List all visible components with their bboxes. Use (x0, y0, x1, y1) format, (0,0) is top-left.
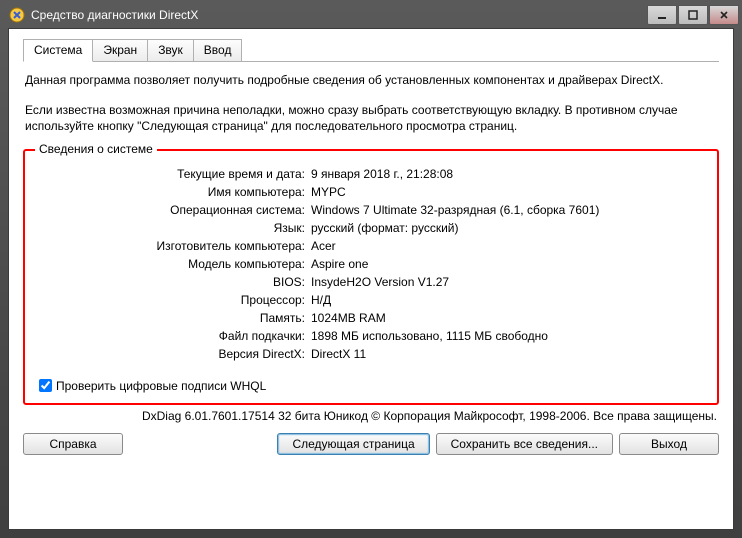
intro-paragraph-2: Если известна возможная причина неполадк… (25, 102, 717, 134)
info-value: MYPC (311, 185, 703, 199)
info-value: Н/Д (311, 293, 703, 307)
info-value: 1024MB RAM (311, 311, 703, 325)
client-area: Система Экран Звук Ввод Данная программа… (8, 28, 734, 530)
info-label: Изготовитель компьютера: (39, 239, 311, 253)
info-row-directx: Версия DirectX:DirectX 11 (39, 345, 703, 363)
copyright-footer: DxDiag 6.01.7601.17514 32 бита Юникод © … (23, 409, 717, 423)
exit-button[interactable]: Выход (619, 433, 719, 455)
whql-label[interactable]: Проверить цифровые подписи WHQL (56, 379, 266, 393)
tab-sound[interactable]: Звук (147, 39, 194, 61)
info-label: Память: (39, 311, 311, 325)
system-info-table: Текущие время и дата:9 января 2018 г., 2… (39, 165, 703, 363)
titlebar[interactable]: Средство диагностики DirectX (1, 1, 741, 29)
save-all-button[interactable]: Сохранить все сведения... (436, 433, 613, 455)
spacer (129, 433, 271, 455)
intro-text: Данная программа позволяет получить подр… (25, 72, 717, 135)
info-value: InsydeH2O Version V1.27 (311, 275, 703, 289)
tab-input[interactable]: Ввод (193, 39, 243, 61)
info-value: 1898 МБ использовано, 1115 МБ свободно (311, 329, 703, 343)
window-controls (647, 5, 739, 25)
info-value: DirectX 11 (311, 347, 703, 361)
info-row-manufacturer: Изготовитель компьютера:Acer (39, 237, 703, 255)
info-value: Acer (311, 239, 703, 253)
info-label: BIOS: (39, 275, 311, 289)
info-label: Модель компьютера: (39, 257, 311, 271)
whql-row: Проверить цифровые подписи WHQL (39, 379, 703, 393)
info-label: Текущие время и дата: (39, 167, 311, 181)
window-title: Средство диагностики DirectX (31, 8, 647, 22)
info-label: Файл подкачки: (39, 329, 311, 343)
info-value: 9 января 2018 г., 21:28:08 (311, 167, 703, 181)
system-info-legend: Сведения о системе (35, 142, 157, 156)
info-label: Язык: (39, 221, 311, 235)
info-row-datetime: Текущие время и дата:9 января 2018 г., 2… (39, 165, 703, 183)
system-info-group: Сведения о системе Текущие время и дата:… (23, 149, 719, 405)
tab-strip: Система Экран Звук Ввод (23, 39, 719, 62)
whql-checkbox[interactable] (39, 379, 52, 392)
info-row-model: Модель компьютера:Aspire one (39, 255, 703, 273)
info-row-pagefile: Файл подкачки:1898 МБ использовано, 1115… (39, 327, 703, 345)
info-label: Операционная система: (39, 203, 311, 217)
maximize-button[interactable] (678, 5, 708, 25)
intro-paragraph-1: Данная программа позволяет получить подр… (25, 72, 717, 88)
next-page-button[interactable]: Следующая страница (277, 433, 429, 455)
app-icon (9, 7, 25, 23)
close-button[interactable] (709, 5, 739, 25)
info-value: русский (формат: русский) (311, 221, 703, 235)
button-row: Справка Следующая страница Сохранить все… (23, 433, 719, 455)
info-row-processor: Процессор:Н/Д (39, 291, 703, 309)
info-label: Имя компьютера: (39, 185, 311, 199)
tab-system[interactable]: Система (23, 39, 93, 62)
dxdiag-window: Средство диагностики DirectX Система Экр… (0, 0, 742, 538)
minimize-button[interactable] (647, 5, 677, 25)
info-row-bios: BIOS:InsydeH2O Version V1.27 (39, 273, 703, 291)
help-button[interactable]: Справка (23, 433, 123, 455)
info-row-language: Язык:русский (формат: русский) (39, 219, 703, 237)
info-label: Версия DirectX: (39, 347, 311, 361)
tab-display[interactable]: Экран (92, 39, 148, 61)
info-row-os: Операционная система:Windows 7 Ultimate … (39, 201, 703, 219)
info-value: Aspire one (311, 257, 703, 271)
info-value: Windows 7 Ultimate 32-разрядная (6.1, сб… (311, 203, 703, 217)
info-label: Процессор: (39, 293, 311, 307)
info-row-computer-name: Имя компьютера:MYPC (39, 183, 703, 201)
info-row-memory: Память:1024MB RAM (39, 309, 703, 327)
